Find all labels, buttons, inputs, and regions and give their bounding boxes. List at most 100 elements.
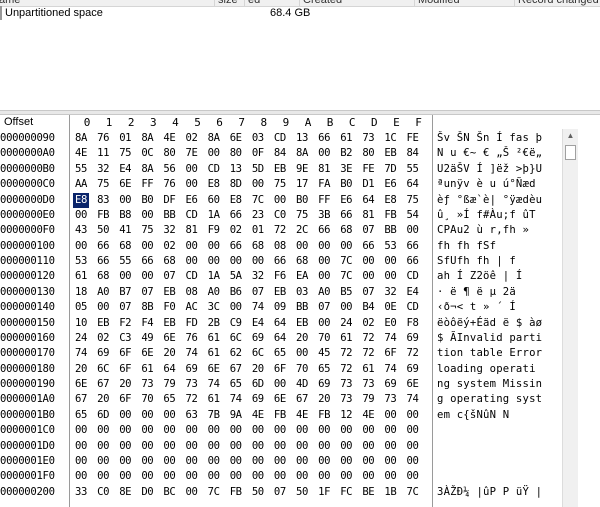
hex-byte[interactable]: 64 xyxy=(360,193,376,208)
hex-byte[interactable]: 6E xyxy=(206,362,222,377)
hex-byte[interactable]: 07 xyxy=(139,285,155,300)
hex-byte[interactable]: 65 xyxy=(316,362,332,377)
hex-byte[interactable]: 4E xyxy=(294,408,310,423)
hex-byte[interactable]: 00 xyxy=(228,300,244,315)
hex-byte[interactable]: 61 xyxy=(360,362,376,377)
hex-byte[interactable]: 50 xyxy=(250,485,266,500)
hex-byte[interactable]: 00 xyxy=(95,454,111,469)
hex-byte[interactable]: 6F xyxy=(382,346,398,361)
list-item[interactable]: Unpartitioned space 68.4 GB xyxy=(0,6,600,20)
hex-byte[interactable]: E8 xyxy=(228,193,244,208)
hex-byte[interactable]: 66 xyxy=(95,254,111,269)
hex-byte[interactable]: F9 xyxy=(206,223,222,238)
hex-byte[interactable]: 00 xyxy=(382,254,398,269)
hex-byte[interactable]: FF xyxy=(139,177,155,192)
hex-byte[interactable]: A0 xyxy=(206,285,222,300)
hex-byte[interactable]: 0E xyxy=(382,300,398,315)
hex-byte[interactable]: 32 xyxy=(250,269,266,284)
hex-byte[interactable]: EB xyxy=(161,316,177,331)
hex-byte[interactable]: 00 xyxy=(338,300,354,315)
hex-byte[interactable]: 00 xyxy=(139,439,155,454)
ascii-text[interactable]: ah Í Z2öê | Í xyxy=(437,269,559,284)
hex-byte[interactable]: 3E xyxy=(338,162,354,177)
hex-byte[interactable]: 7E xyxy=(184,146,200,161)
hex-byte[interactable]: 73 xyxy=(338,377,354,392)
hex-byte[interactable]: AA xyxy=(73,177,89,192)
hex-byte[interactable]: D0 xyxy=(139,485,155,500)
hex-byte[interactable]: 75 xyxy=(294,208,310,223)
hex-byte[interactable]: 55 xyxy=(117,254,133,269)
hex-byte[interactable]: 74 xyxy=(250,300,266,315)
ascii-text[interactable]: · ë ¶ ë µ 2ä xyxy=(437,285,559,300)
hex-byte[interactable]: 00 xyxy=(117,469,133,484)
hex-byte[interactable]: 6D xyxy=(250,377,266,392)
hex-byte[interactable]: 00 xyxy=(73,454,89,469)
hex-byte[interactable]: 33 xyxy=(73,485,89,500)
hex-byte[interactable]: FE xyxy=(360,162,376,177)
hex-byte[interactable]: 00 xyxy=(316,454,332,469)
hex-byte[interactable]: 74 xyxy=(206,377,222,392)
hex-byte[interactable]: 72 xyxy=(405,346,421,361)
hex-byte[interactable]: 00 xyxy=(228,439,244,454)
hex-byte[interactable]: 7C xyxy=(405,485,421,500)
hex-byte[interactable]: 00 xyxy=(250,423,266,438)
hex-byte[interactable]: 8A xyxy=(206,131,222,146)
hex-byte[interactable]: 72 xyxy=(360,346,376,361)
ascii-text[interactable]: û¸ »Í f#Àu;f ûT xyxy=(437,208,559,223)
hex-byte[interactable]: CD xyxy=(272,131,288,146)
hex-byte[interactable]: A0 xyxy=(316,285,332,300)
hex-byte[interactable]: CD xyxy=(184,208,200,223)
hex-byte[interactable]: 17 xyxy=(294,177,310,192)
hex-byte[interactable]: 66 xyxy=(95,239,111,254)
hex-byte[interactable]: 72 xyxy=(272,223,288,238)
hex-byte[interactable]: 6E xyxy=(272,392,288,407)
hex-byte[interactable]: 00 xyxy=(184,454,200,469)
hex-byte[interactable]: 2C xyxy=(294,223,310,238)
hex-byte[interactable]: 72 xyxy=(338,362,354,377)
hex-byte[interactable]: 20 xyxy=(117,377,133,392)
hex-byte[interactable]: 00 xyxy=(73,423,89,438)
hex-byte[interactable]: 7C xyxy=(250,193,266,208)
hex-byte[interactable]: E0 xyxy=(382,316,398,331)
hex-byte[interactable]: 8A xyxy=(294,146,310,161)
hex-byte[interactable]: 32 xyxy=(161,223,177,238)
ascii-text[interactable]: CPAu2 ù r,fh » xyxy=(437,223,559,238)
hex-byte[interactable]: 53 xyxy=(382,239,398,254)
hex-byte[interactable]: 0C xyxy=(139,146,155,161)
hex-byte[interactable]: B8 xyxy=(117,208,133,223)
hex-byte[interactable]: 74 xyxy=(228,392,244,407)
hex-byte[interactable]: 03 xyxy=(294,285,310,300)
hex-editor-pane[interactable]: Offset 0123456789ABCDEF 000000090 8A 76 01 8… xyxy=(0,115,600,507)
hex-byte[interactable]: 8A xyxy=(73,131,89,146)
hex-byte[interactable]: 4E xyxy=(161,131,177,146)
hex-byte[interactable]: 00 xyxy=(228,254,244,269)
hex-byte[interactable]: 00 xyxy=(184,239,200,254)
hex-byte[interactable]: 69 xyxy=(250,331,266,346)
hex-byte[interactable]: 00 xyxy=(161,408,177,423)
hex-byte[interactable]: 60 xyxy=(206,193,222,208)
hex-byte[interactable]: 00 xyxy=(73,469,89,484)
hex-byte[interactable]: EB xyxy=(161,285,177,300)
hex-byte[interactable]: 00 xyxy=(405,439,421,454)
hex-byte[interactable]: E4 xyxy=(405,285,421,300)
hex-byte[interactable]: 00 xyxy=(228,469,244,484)
hex-byte[interactable]: 68 xyxy=(250,239,266,254)
hex-byte[interactable]: 00 xyxy=(206,239,222,254)
hex-byte[interactable]: 1C xyxy=(382,131,398,146)
hex-byte[interactable]: FB xyxy=(272,408,288,423)
hex-byte[interactable]: 00 xyxy=(294,346,310,361)
hex-byte[interactable]: FF xyxy=(316,193,332,208)
hex-byte[interactable]: 02 xyxy=(184,131,200,146)
hex-byte[interactable]: 84 xyxy=(405,146,421,161)
hex-byte[interactable]: 13 xyxy=(228,162,244,177)
hex-byte[interactable]: 00 xyxy=(382,408,398,423)
hex-byte[interactable]: 69 xyxy=(184,362,200,377)
hex-byte[interactable]: 00 xyxy=(206,146,222,161)
hex-byte[interactable]: 8A xyxy=(139,131,155,146)
hex-byte[interactable]: 5D xyxy=(250,162,266,177)
hex-byte[interactable]: C3 xyxy=(117,331,133,346)
hex-byte[interactable]: 61 xyxy=(338,131,354,146)
ascii-text[interactable]: U2äŠV Í ]ëž >þ}U xyxy=(437,162,559,177)
hex-byte[interactable]: 00 xyxy=(228,454,244,469)
hex-byte[interactable]: 68 xyxy=(95,269,111,284)
